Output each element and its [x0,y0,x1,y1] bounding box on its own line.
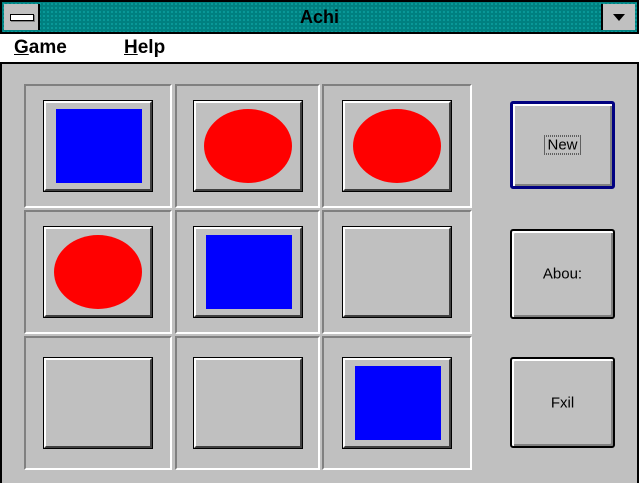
red-circle-piece [353,109,441,183]
board-cell [175,84,320,208]
window-title: Achi [299,7,339,27]
exit-button[interactable]: Fxil [510,357,615,448]
board-cell [322,210,472,334]
board-cell-button[interactable] [342,226,452,318]
menu-game[interactable]: Game [14,37,67,59]
board-cell-button[interactable] [193,100,303,192]
system-menu-button[interactable] [4,4,40,30]
title-bar[interactable]: Achi [0,0,639,34]
board-cell [24,336,172,470]
board-cell-button[interactable] [43,226,153,318]
board-cell-button[interactable] [43,100,153,192]
blue-square-piece [56,109,142,183]
blue-square-piece [206,235,292,309]
board-cell-button[interactable] [43,357,153,449]
red-circle-piece [54,235,142,309]
board-cell-button[interactable] [193,357,303,449]
board-cell [322,84,472,208]
board-cell-button[interactable] [342,100,452,192]
about-button[interactable]: Abou: [510,229,615,319]
board-cell-button[interactable] [342,357,452,449]
board-cell-button[interactable] [193,226,303,318]
board-cell [175,336,320,470]
board-cell [322,336,472,470]
game-board [24,84,472,470]
board-cell [24,84,172,208]
system-menu-icon [10,14,34,21]
new-button[interactable]: New [510,101,615,189]
board-cell [175,210,320,334]
menu-help[interactable]: Help [124,37,165,59]
board-cell [24,210,172,334]
blue-square-piece [355,366,441,440]
red-circle-piece [204,109,292,183]
menu-bar: Game Help [0,34,639,64]
chevron-down-icon [613,14,625,21]
minimize-button[interactable] [601,4,635,30]
